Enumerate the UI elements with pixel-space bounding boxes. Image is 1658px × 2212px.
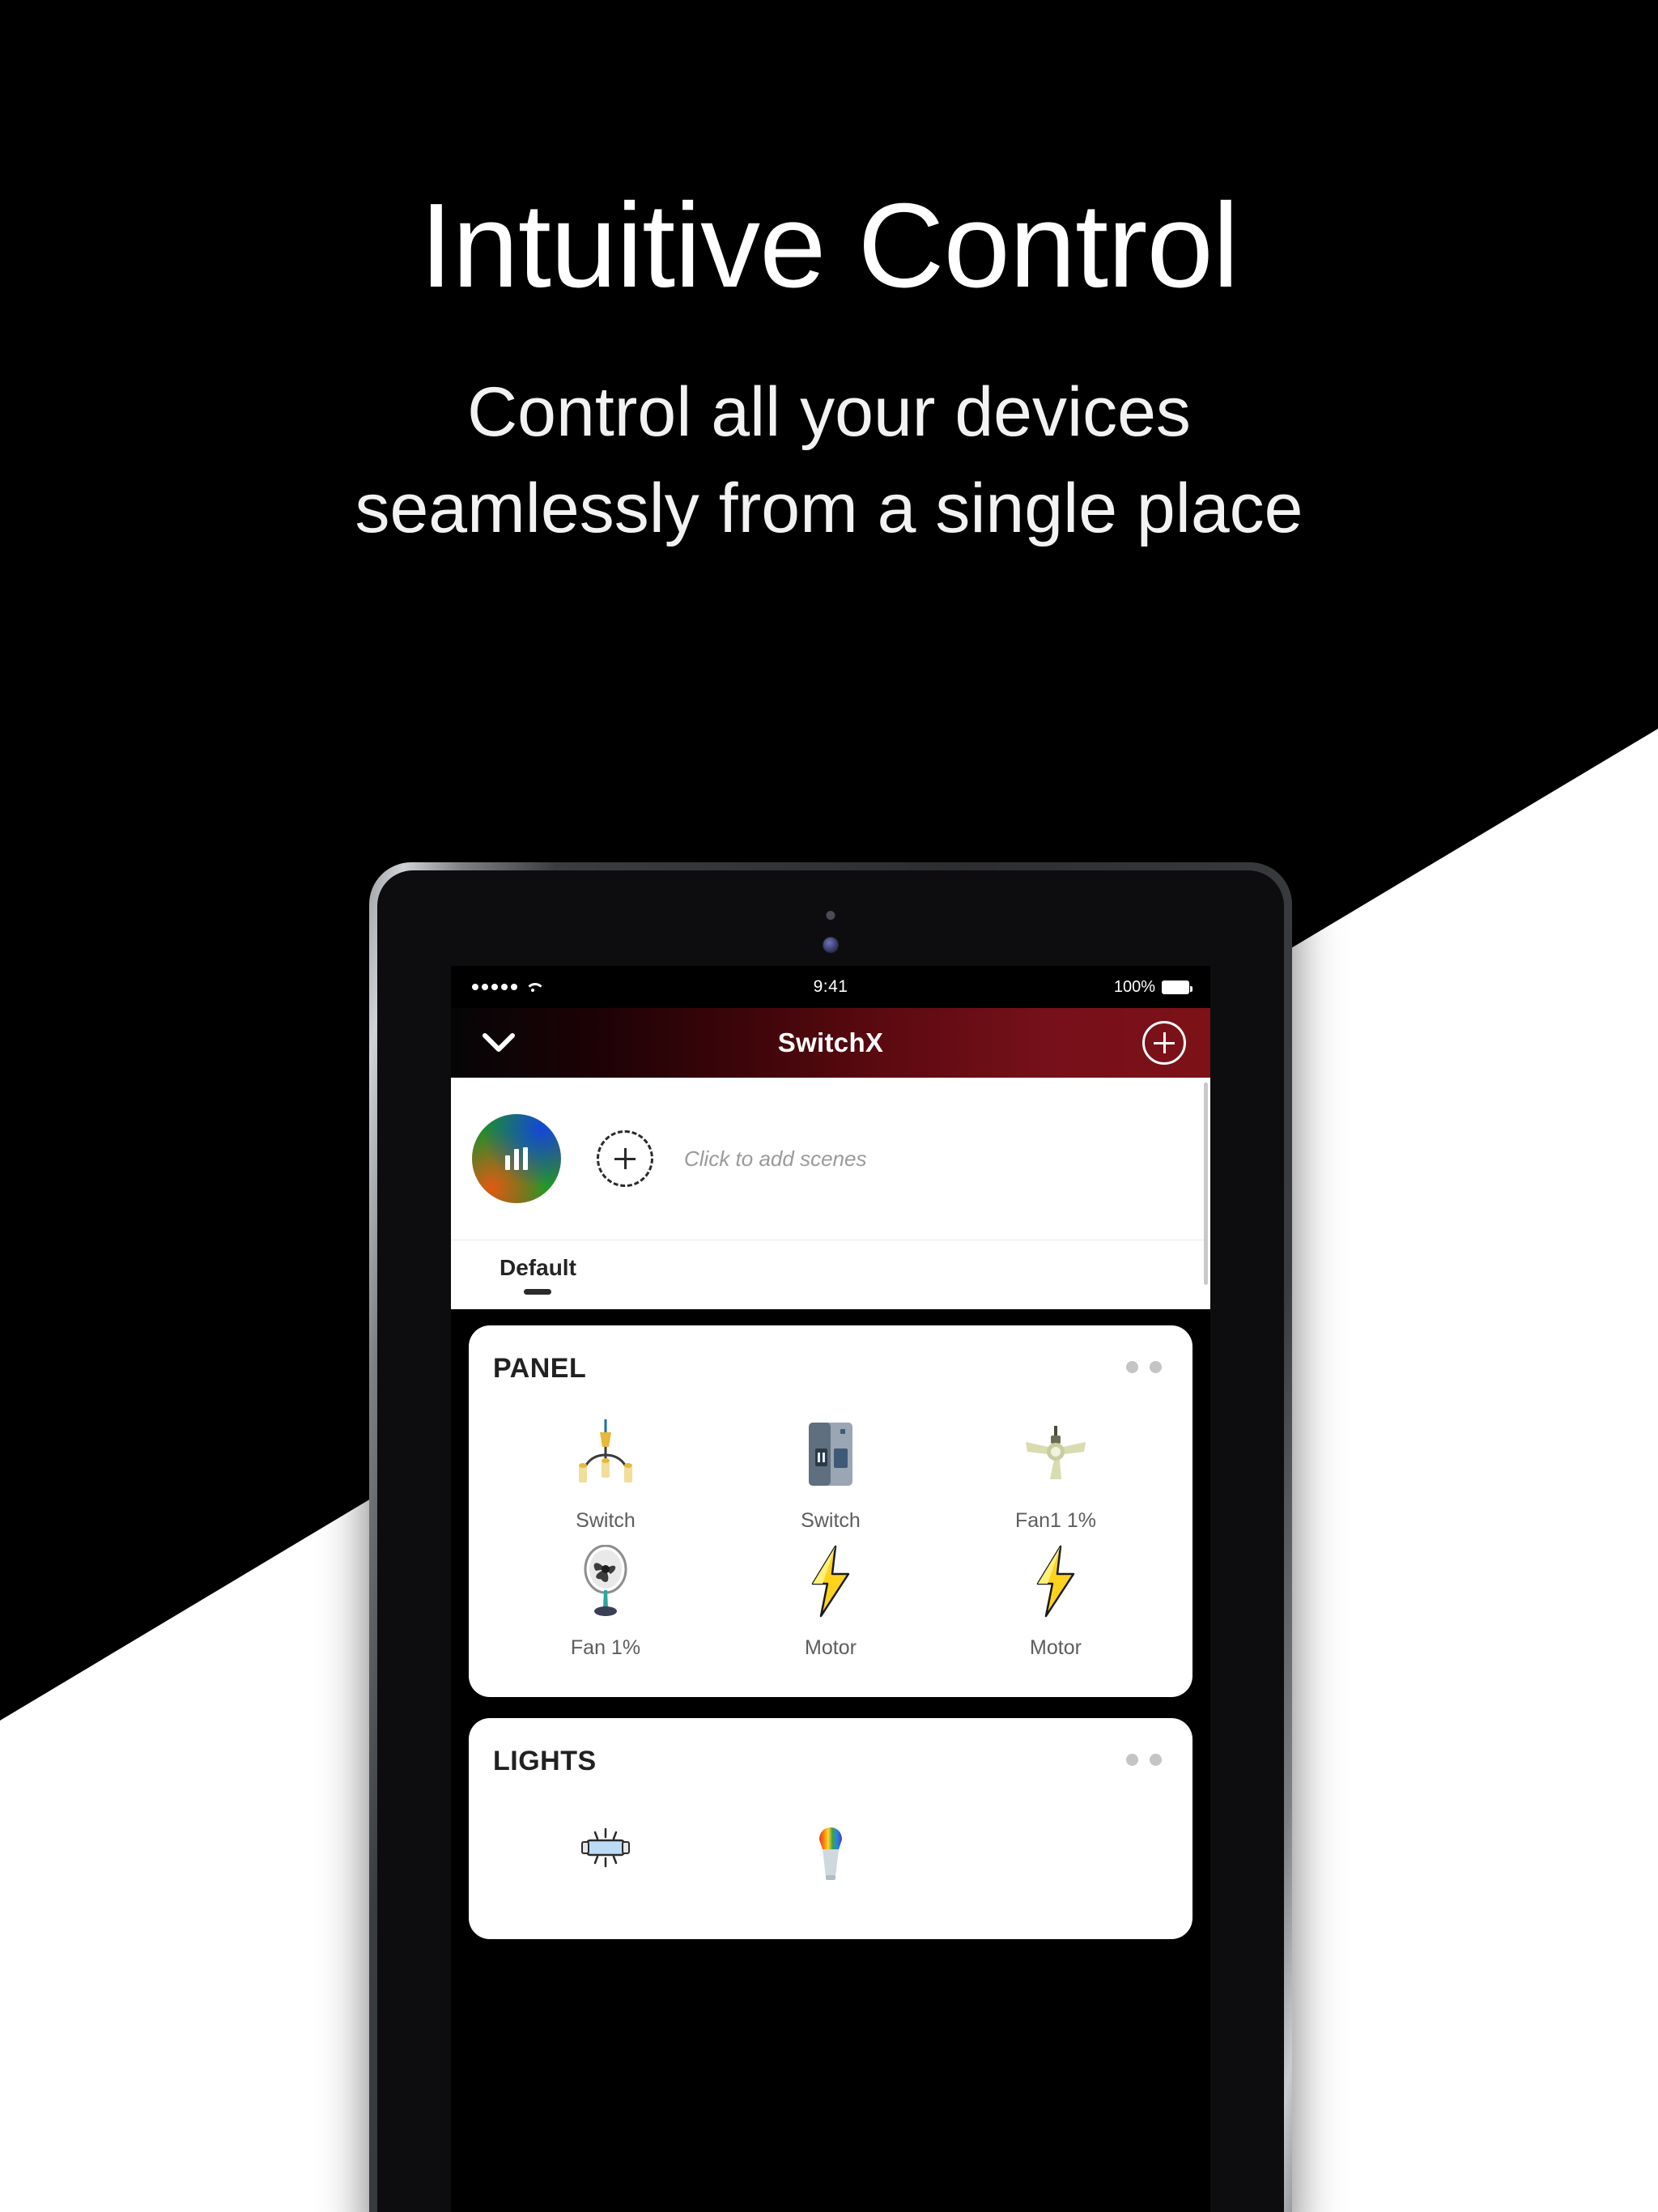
- scene-color-wheel[interactable]: [472, 1114, 561, 1203]
- page-subtitle-line-1: Control all your devices: [467, 373, 1191, 451]
- proximity-sensor-icon: [826, 911, 835, 920]
- signal-dots-icon: [472, 984, 517, 990]
- card-pagination-dots[interactable]: [1126, 1361, 1162, 1373]
- device-grid-lights: [493, 1810, 1168, 1902]
- battery-percent-label: 100%: [1113, 977, 1155, 996]
- card-panel: PANEL Switch Switch Fan1 1% Fan 1% Motor…: [469, 1325, 1192, 1697]
- device-tile-tube-light[interactable]: [493, 1810, 718, 1902]
- status-bar-left: [472, 982, 814, 993]
- device-tile-fan1[interactable]: Fan1 1%: [943, 1417, 1168, 1533]
- device-label: Switch: [576, 1509, 636, 1532]
- status-bar: 9:41 100%: [451, 966, 1210, 1008]
- page-subtitle: Control all your devices seamlessly from…: [0, 364, 1658, 556]
- device-label: Motor: [1030, 1636, 1082, 1659]
- front-camera-icon: [823, 937, 839, 953]
- plus-circle-icon[interactable]: [1142, 1021, 1186, 1065]
- tab-bar: Default: [451, 1240, 1210, 1309]
- chandelier-icon: [576, 1417, 636, 1491]
- scenes-strip: Click to add scenes: [451, 1078, 1210, 1285]
- device-tile-switch-chandelier[interactable]: Switch: [493, 1417, 718, 1533]
- device-tile-rgb-bulb[interactable]: [718, 1810, 943, 1902]
- hero-text-block: Intuitive Control Control all your devic…: [0, 0, 1658, 556]
- battery-full-icon: [1162, 980, 1192, 994]
- status-bar-time: 9:41: [813, 977, 848, 996]
- card-lights: LIGHTS: [469, 1718, 1192, 1939]
- tube-light-icon: [571, 1810, 640, 1884]
- scenes-scrollbar[interactable]: [1204, 1083, 1208, 1285]
- lightning-bolt-icon: [1033, 1544, 1078, 1619]
- page-title: Intuitive Control: [419, 179, 1239, 313]
- device-label: Fan1 1%: [1014, 1509, 1097, 1532]
- app-title: SwitchX: [777, 1027, 884, 1057]
- pedestal-fan-icon: [580, 1544, 631, 1619]
- wall-switch-icon: [804, 1417, 857, 1491]
- card-title-panel: PANEL: [493, 1353, 587, 1384]
- wifi-icon: [525, 982, 540, 993]
- ceiling-fan-icon: [1021, 1417, 1090, 1491]
- app-header: SwitchX: [451, 1008, 1210, 1078]
- status-bar-right: 100%: [848, 977, 1192, 997]
- device-tile-switch-wall[interactable]: Switch: [718, 1417, 943, 1533]
- tab-active-indicator: [524, 1289, 552, 1295]
- add-scene-hint: Click to add scenes: [684, 1146, 867, 1171]
- equalizer-icon: [505, 1147, 528, 1170]
- device-label: Motor: [805, 1636, 857, 1659]
- page-subtitle-line-2: seamlessly from a single place: [355, 469, 1303, 547]
- tablet-device-mockup: 9:41 100% SwitchX Click to add scenes De…: [369, 862, 1292, 2212]
- device-grid-panel: Switch Switch Fan1 1% Fan 1% Motor Motor: [493, 1417, 1168, 1660]
- chevron-down-icon[interactable]: [475, 1019, 522, 1066]
- device-label: Fan 1%: [570, 1636, 641, 1659]
- app-screen: 9:41 100% SwitchX Click to add scenes De…: [451, 966, 1210, 2212]
- device-tile-motor-1[interactable]: Motor: [718, 1544, 943, 1660]
- device-tile-fan[interactable]: Fan 1%: [493, 1544, 718, 1660]
- tab-default-label: Default: [500, 1255, 576, 1280]
- device-label: Switch: [801, 1509, 861, 1532]
- card-pagination-dots[interactable]: [1126, 1754, 1162, 1766]
- add-scene-button[interactable]: [597, 1130, 653, 1187]
- device-tile-motor-2[interactable]: Motor: [943, 1544, 1168, 1660]
- card-title-lights: LIGHTS: [493, 1746, 597, 1776]
- device-cards-scroll-area[interactable]: PANEL Switch Switch Fan1 1% Fan 1% Motor…: [451, 1309, 1210, 2212]
- tab-default[interactable]: Default: [500, 1255, 576, 1295]
- lightning-bolt-icon: [808, 1544, 853, 1619]
- rgb-bulb-icon: [807, 1810, 854, 1884]
